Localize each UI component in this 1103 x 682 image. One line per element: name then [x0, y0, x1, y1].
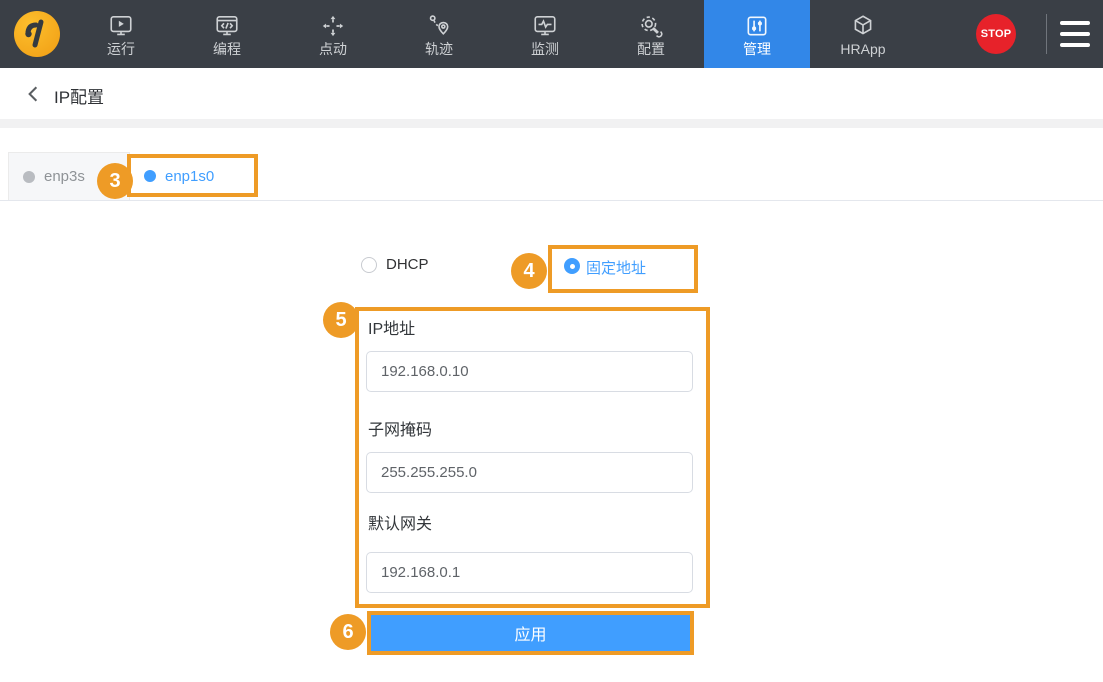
app-window: 运行 编程: [0, 0, 1103, 682]
nav-item-label: 点动: [319, 42, 347, 57]
dhcp-radio-label[interactable]: DHCP: [386, 256, 429, 273]
nav-item-label: 编程: [213, 42, 241, 57]
monitor-code-icon: [214, 13, 240, 39]
page-title: IP配置: [54, 83, 104, 108]
main-nav: 运行 编程: [68, 0, 916, 68]
tab-strip-border: [0, 200, 1103, 201]
fixed-address-radio-label[interactable]: 固定地址: [586, 257, 646, 278]
hamburger-icon: [1060, 21, 1090, 25]
subnet-mask-input[interactable]: [366, 452, 693, 493]
header-separator: [0, 119, 1103, 128]
status-dot-blue-icon: [144, 170, 156, 182]
back-button[interactable]: [26, 85, 44, 105]
top-navigation-bar: 运行 编程: [0, 0, 1103, 68]
apply-button[interactable]: 应用: [371, 615, 690, 651]
chevron-left-icon: [26, 85, 40, 103]
nav-item-label: 运行: [107, 42, 135, 57]
nav-item-monitor[interactable]: 监测: [492, 0, 598, 68]
nav-item-label: 配置: [637, 42, 665, 57]
subnet-mask-label: 子网掩码: [368, 416, 432, 440]
nav-item-label: 轨迹: [425, 42, 453, 57]
robot-logo-icon: [14, 11, 60, 57]
stop-button-label: STOP: [981, 28, 1012, 40]
tab-label: enp3s: [44, 168, 85, 185]
tab-label: enp1s0: [165, 168, 214, 185]
monitor-play-icon: [108, 13, 134, 39]
nav-item-hrapp[interactable]: HRApp: [810, 0, 916, 68]
fixed-address-radio[interactable]: [564, 258, 580, 274]
menu-button[interactable]: [1060, 21, 1090, 47]
nav-item-manage[interactable]: 管理: [704, 0, 810, 68]
nav-item-trajectory[interactable]: 轨迹: [386, 0, 492, 68]
annotation-step-4: 4: [511, 253, 547, 289]
nav-item-program[interactable]: 编程: [174, 0, 280, 68]
gateway-input[interactable]: [366, 552, 693, 593]
app-logo: [14, 11, 60, 57]
ip-address-label: IP地址: [368, 315, 415, 339]
tab-enp1s0[interactable]: enp1s0: [130, 152, 257, 200]
status-dot-gray-icon: [23, 171, 35, 183]
move-arrows-icon: [320, 13, 346, 39]
nav-item-run[interactable]: 运行: [68, 0, 174, 68]
nav-item-label: HRApp: [840, 42, 885, 57]
nav-item-jog[interactable]: 点动: [280, 0, 386, 68]
gateway-label: 默认网关: [368, 510, 432, 534]
topbar-divider: [1046, 14, 1047, 54]
nav-item-label: 监测: [531, 42, 559, 57]
monitor-pulse-icon: [532, 13, 558, 39]
stop-button[interactable]: STOP: [976, 14, 1016, 54]
nav-item-config[interactable]: 配置: [598, 0, 704, 68]
nav-item-label: 管理: [743, 42, 771, 57]
tab-enp3s[interactable]: enp3s: [8, 152, 130, 200]
ip-address-input[interactable]: [366, 351, 693, 392]
cube-icon: [850, 13, 876, 39]
annotation-step-6: 6: [330, 614, 366, 650]
gear-wrench-icon: [638, 13, 664, 39]
dhcp-radio[interactable]: [361, 257, 377, 273]
annotation-step-5: 5: [323, 302, 359, 338]
sliders-icon: [744, 13, 770, 39]
trajectory-icon: [426, 13, 452, 39]
